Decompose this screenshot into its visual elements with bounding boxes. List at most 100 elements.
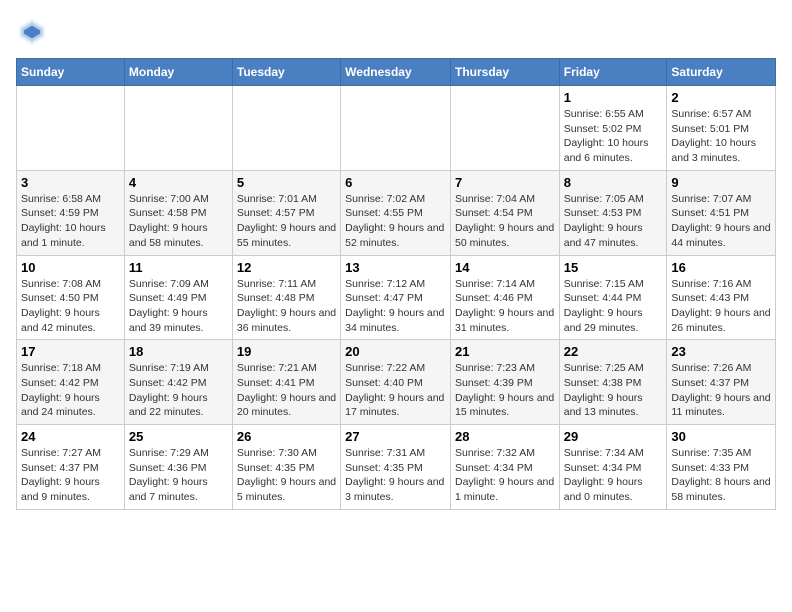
day-info: Sunrise: 7:29 AM Sunset: 4:36 PM Dayligh… <box>129 446 228 505</box>
day-info: Sunrise: 7:08 AM Sunset: 4:50 PM Dayligh… <box>21 277 120 336</box>
calendar-cell <box>232 86 340 171</box>
weekday-header: Sunday <box>17 59 125 86</box>
calendar-week-row: 10 Sunrise: 7:08 AM Sunset: 4:50 PM Dayli… <box>17 255 776 340</box>
day-number: 20 <box>345 344 446 359</box>
calendar-cell: 7 Sunrise: 7:04 AM Sunset: 4:54 PM Daylig… <box>450 170 559 255</box>
calendar-cell: 30 Sunrise: 7:35 AM Sunset: 4:33 PM Dayli… <box>667 425 776 510</box>
calendar-week-row: 3 Sunrise: 6:58 AM Sunset: 4:59 PM Daylig… <box>17 170 776 255</box>
day-number: 21 <box>455 344 555 359</box>
day-info: Sunrise: 7:31 AM Sunset: 4:35 PM Dayligh… <box>345 446 446 505</box>
day-number: 23 <box>671 344 771 359</box>
day-number: 3 <box>21 175 120 190</box>
day-number: 14 <box>455 260 555 275</box>
day-info: Sunrise: 7:25 AM Sunset: 4:38 PM Dayligh… <box>564 361 663 420</box>
logo-icon <box>16 16 48 48</box>
day-number: 19 <box>237 344 336 359</box>
weekday-header-row: SundayMondayTuesdayWednesdayThursdayFrid… <box>17 59 776 86</box>
day-info: Sunrise: 7:18 AM Sunset: 4:42 PM Dayligh… <box>21 361 120 420</box>
day-info: Sunrise: 7:02 AM Sunset: 4:55 PM Dayligh… <box>345 192 446 251</box>
day-info: Sunrise: 7:32 AM Sunset: 4:34 PM Dayligh… <box>455 446 555 505</box>
calendar-cell: 19Sunrise: 7:21 AM Sunset: 4:41 PM Dayli… <box>232 340 340 425</box>
calendar-cell <box>17 86 125 171</box>
day-info: Sunrise: 7:30 AM Sunset: 4:35 PM Dayligh… <box>237 446 336 505</box>
logo <box>16 16 52 48</box>
calendar-cell: 27 Sunrise: 7:31 AM Sunset: 4:35 PM Dayli… <box>341 425 451 510</box>
day-info: Sunrise: 7:12 AM Sunset: 4:47 PM Dayligh… <box>345 277 446 336</box>
day-number: 10 <box>21 260 120 275</box>
day-info: Sunrise: 7:16 AM Sunset: 4:43 PM Dayligh… <box>671 277 771 336</box>
day-number: 22 <box>564 344 663 359</box>
day-number: 9 <box>671 175 771 190</box>
calendar-week-row: 17 Sunrise: 7:18 AM Sunset: 4:42 PM Dayli… <box>17 340 776 425</box>
calendar-cell: 3 Sunrise: 6:58 AM Sunset: 4:59 PM Daylig… <box>17 170 125 255</box>
day-number: 13 <box>345 260 446 275</box>
day-number: 11 <box>129 260 228 275</box>
day-info: Sunrise: 7:27 AM Sunset: 4:37 PM Dayligh… <box>21 446 120 505</box>
calendar-cell: 24 Sunrise: 7:27 AM Sunset: 4:37 PM Dayli… <box>17 425 125 510</box>
calendar-week-row: 1 Sunrise: 6:55 AM Sunset: 5:02 PM Daylig… <box>17 86 776 171</box>
calendar-cell: 5 Sunrise: 7:01 AM Sunset: 4:57 PM Daylig… <box>232 170 340 255</box>
day-info: Sunrise: 7:14 AM Sunset: 4:46 PM Dayligh… <box>455 277 555 336</box>
day-number: 28 <box>455 429 555 444</box>
day-info: Sunrise: 7:05 AM Sunset: 4:53 PM Dayligh… <box>564 192 663 251</box>
day-info: Sunrise: 7:35 AM Sunset: 4:33 PM Dayligh… <box>671 446 771 505</box>
day-info: Sunrise: 7:11 AM Sunset: 4:48 PM Dayligh… <box>237 277 336 336</box>
calendar-cell: 8 Sunrise: 7:05 AM Sunset: 4:53 PM Daylig… <box>559 170 667 255</box>
calendar-cell: 25 Sunrise: 7:29 AM Sunset: 4:36 PM Dayli… <box>124 425 232 510</box>
page-header <box>16 16 776 48</box>
weekday-header: Saturday <box>667 59 776 86</box>
day-number: 5 <box>237 175 336 190</box>
calendar-week-row: 24 Sunrise: 7:27 AM Sunset: 4:37 PM Dayli… <box>17 425 776 510</box>
calendar-cell: 11Sunrise: 7:09 AM Sunset: 4:49 PM Dayli… <box>124 255 232 340</box>
day-number: 6 <box>345 175 446 190</box>
calendar-cell: 22 Sunrise: 7:25 AM Sunset: 4:38 PM Dayli… <box>559 340 667 425</box>
day-info: Sunrise: 7:34 AM Sunset: 4:34 PM Dayligh… <box>564 446 663 505</box>
calendar-cell: 23 Sunrise: 7:26 AM Sunset: 4:37 PM Dayli… <box>667 340 776 425</box>
day-number: 12 <box>237 260 336 275</box>
calendar-cell: 29 Sunrise: 7:34 AM Sunset: 4:34 PM Dayli… <box>559 425 667 510</box>
day-number: 24 <box>21 429 120 444</box>
calendar-cell <box>450 86 559 171</box>
day-info: Sunrise: 7:04 AM Sunset: 4:54 PM Dayligh… <box>455 192 555 251</box>
day-number: 2 <box>671 90 771 105</box>
calendar-cell <box>341 86 451 171</box>
calendar-cell: 18 Sunrise: 7:19 AM Sunset: 4:42 PM Dayli… <box>124 340 232 425</box>
calendar-cell: 26 Sunrise: 7:30 AM Sunset: 4:35 PM Dayli… <box>232 425 340 510</box>
day-info: Sunrise: 6:58 AM Sunset: 4:59 PM Dayligh… <box>21 192 120 251</box>
calendar-cell: 21Sunrise: 7:23 AM Sunset: 4:39 PM Dayli… <box>450 340 559 425</box>
calendar-cell: 4Sunrise: 7:00 AM Sunset: 4:58 PM Daylig… <box>124 170 232 255</box>
calendar-cell: 13 Sunrise: 7:12 AM Sunset: 4:47 PM Dayli… <box>341 255 451 340</box>
day-info: Sunrise: 6:57 AM Sunset: 5:01 PM Dayligh… <box>671 107 771 166</box>
weekday-header: Tuesday <box>232 59 340 86</box>
day-info: Sunrise: 7:26 AM Sunset: 4:37 PM Dayligh… <box>671 361 771 420</box>
weekday-header: Monday <box>124 59 232 86</box>
weekday-header: Wednesday <box>341 59 451 86</box>
weekday-header: Friday <box>559 59 667 86</box>
day-info: Sunrise: 6:55 AM Sunset: 5:02 PM Dayligh… <box>564 107 663 166</box>
calendar-cell: 6 Sunrise: 7:02 AM Sunset: 4:55 PM Daylig… <box>341 170 451 255</box>
calendar-cell: 14 Sunrise: 7:14 AM Sunset: 4:46 PM Dayli… <box>450 255 559 340</box>
calendar-cell: 28 Sunrise: 7:32 AM Sunset: 4:34 PM Dayli… <box>450 425 559 510</box>
day-number: 7 <box>455 175 555 190</box>
day-info: Sunrise: 7:07 AM Sunset: 4:51 PM Dayligh… <box>671 192 771 251</box>
calendar-cell: 1 Sunrise: 6:55 AM Sunset: 5:02 PM Daylig… <box>559 86 667 171</box>
day-info: Sunrise: 7:01 AM Sunset: 4:57 PM Dayligh… <box>237 192 336 251</box>
day-number: 25 <box>129 429 228 444</box>
day-number: 29 <box>564 429 663 444</box>
weekday-header: Thursday <box>450 59 559 86</box>
calendar-cell: 2 Sunrise: 6:57 AM Sunset: 5:01 PM Daylig… <box>667 86 776 171</box>
day-number: 27 <box>345 429 446 444</box>
day-number: 8 <box>564 175 663 190</box>
day-info: Sunrise: 7:00 AM Sunset: 4:58 PM Dayligh… <box>129 192 228 251</box>
day-number: 26 <box>237 429 336 444</box>
calendar-cell: 10 Sunrise: 7:08 AM Sunset: 4:50 PM Dayli… <box>17 255 125 340</box>
day-number: 1 <box>564 90 663 105</box>
day-number: 17 <box>21 344 120 359</box>
calendar-cell: 17 Sunrise: 7:18 AM Sunset: 4:42 PM Dayli… <box>17 340 125 425</box>
day-number: 30 <box>671 429 771 444</box>
day-number: 18 <box>129 344 228 359</box>
day-info: Sunrise: 7:19 AM Sunset: 4:42 PM Dayligh… <box>129 361 228 420</box>
day-info: Sunrise: 7:15 AM Sunset: 4:44 PM Dayligh… <box>564 277 663 336</box>
calendar-cell: 15Sunrise: 7:15 AM Sunset: 4:44 PM Dayli… <box>559 255 667 340</box>
calendar-cell: 20Sunrise: 7:22 AM Sunset: 4:40 PM Dayli… <box>341 340 451 425</box>
